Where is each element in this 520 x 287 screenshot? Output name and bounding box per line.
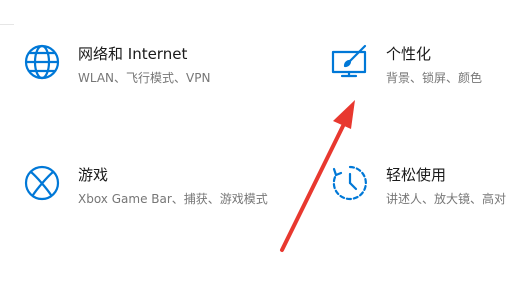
- settings-page: 网络和 Internet WLAN、飞行模式、VPN 个性化 背景、锁屏、颜色 …: [0, 0, 520, 287]
- tile-description: Xbox Game Bar、捕获、游戏模式: [78, 192, 268, 206]
- tile-description: WLAN、飞行模式、VPN: [78, 71, 211, 85]
- settings-tile-network[interactable]: 网络和 Internet WLAN、飞行模式、VPN: [22, 42, 282, 92]
- top-divider: [0, 24, 14, 25]
- xbox-icon: [22, 163, 62, 203]
- settings-tile-personalization[interactable]: 个性化 背景、锁屏、颜色: [330, 42, 520, 92]
- settings-tile-ease-of-access[interactable]: 轻松使用 讲述人、放大镜、高对: [330, 163, 520, 213]
- tile-description: 背景、锁屏、颜色: [386, 71, 483, 85]
- tile-description: 讲述人、放大镜、高对: [386, 192, 507, 206]
- tile-title: 游戏: [78, 166, 109, 184]
- tile-title: 个性化: [386, 45, 432, 63]
- tile-title: 轻松使用: [386, 166, 447, 184]
- ease-of-access-icon: [330, 163, 370, 203]
- tile-title: 网络和 Internet: [78, 45, 188, 63]
- paint-monitor-icon: [330, 42, 370, 82]
- globe-icon: [22, 42, 62, 82]
- settings-tile-gaming[interactable]: 游戏 Xbox Game Bar、捕获、游戏模式: [22, 163, 282, 233]
